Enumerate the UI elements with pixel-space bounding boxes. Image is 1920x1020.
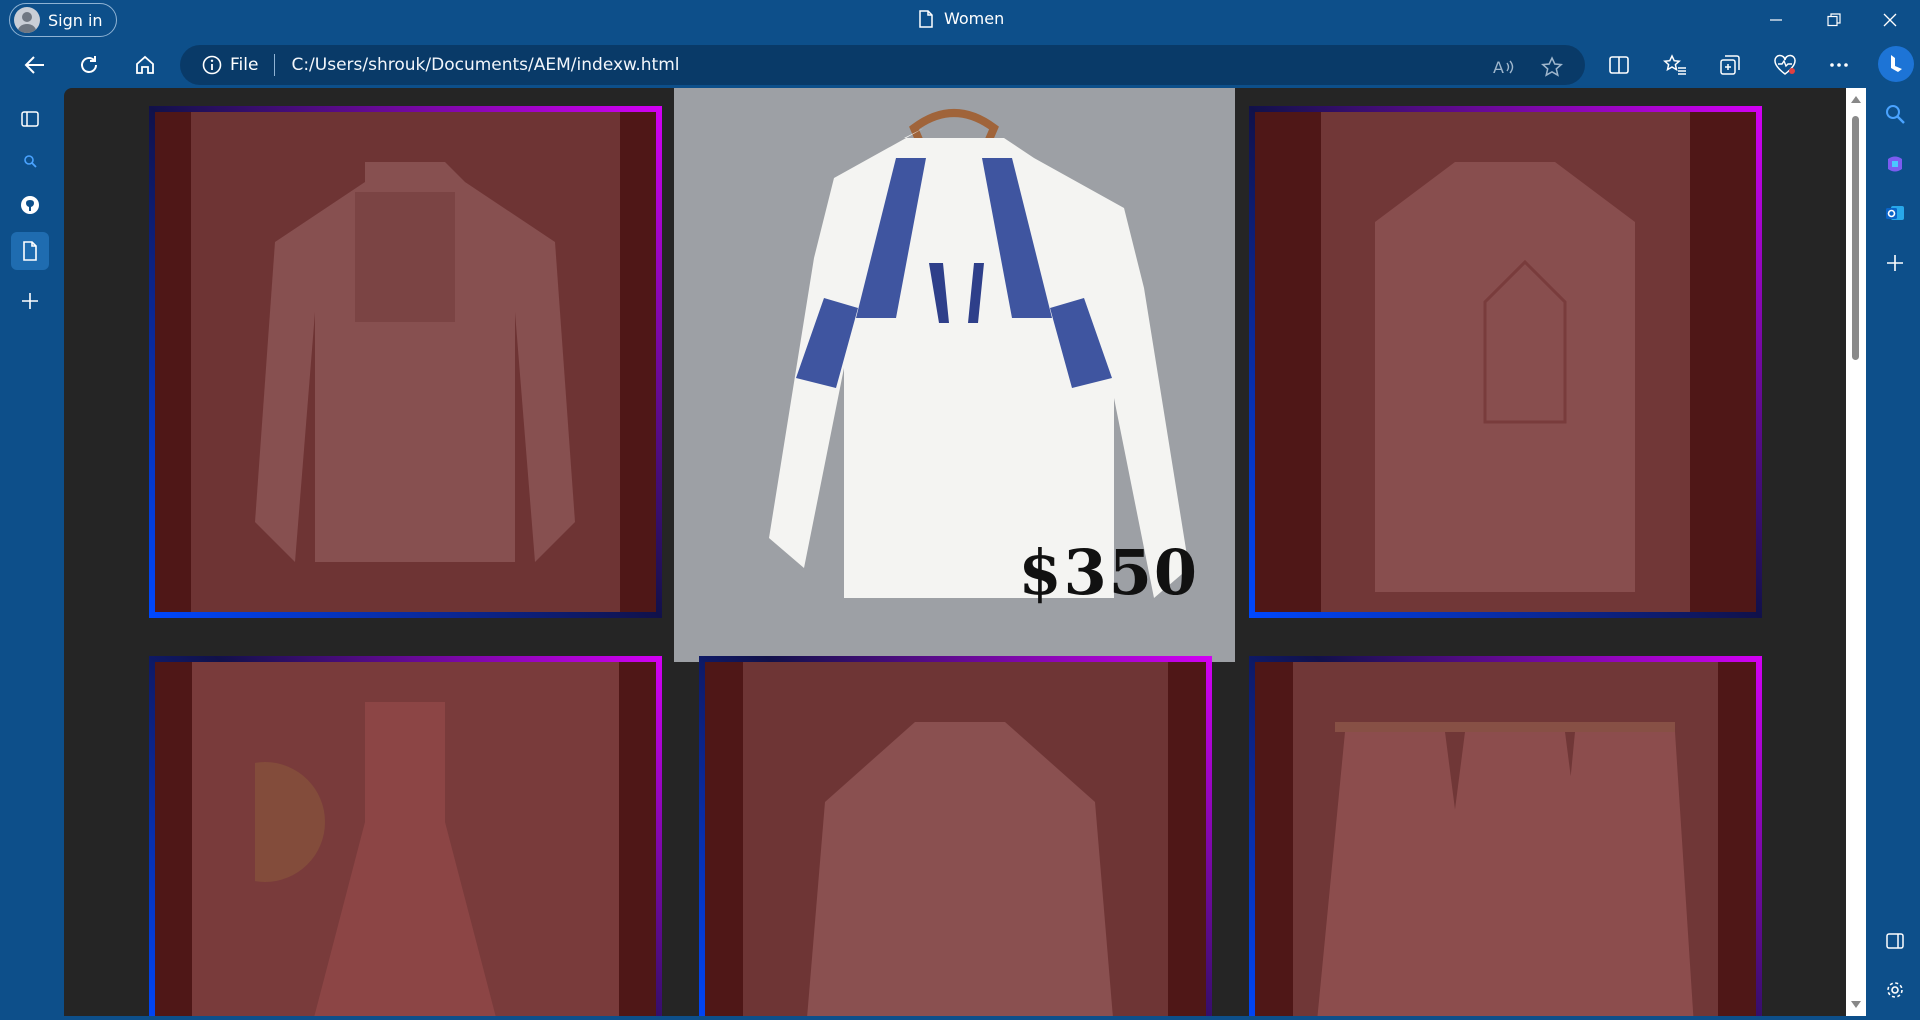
add-icon (22, 293, 38, 309)
search-button[interactable] (11, 142, 49, 180)
window-title-text: Women (944, 9, 1005, 28)
product-image (1255, 112, 1756, 612)
product-image (1255, 662, 1756, 1016)
product-card[interactable] (149, 656, 662, 1016)
hide-sidebar-button[interactable] (1878, 924, 1912, 958)
site-info-button[interactable]: File (202, 55, 258, 75)
product-card[interactable] (149, 106, 662, 618)
scheme-label: File (230, 55, 259, 75)
search-icon (1886, 105, 1905, 124)
card-overlay (155, 662, 656, 1016)
read-aloud-icon: A (1493, 58, 1514, 77)
split-screen-button[interactable] (1602, 48, 1636, 82)
divider (274, 54, 276, 76)
restore-icon (1827, 13, 1841, 27)
copilot-app-button[interactable] (1878, 147, 1912, 181)
tab-actions-button[interactable] (11, 100, 49, 138)
tab-actions-icon (21, 111, 39, 127)
page-icon (23, 241, 37, 261)
right-sidebar (1870, 42, 1920, 1020)
avatar (14, 7, 40, 33)
restore-button[interactable] (1806, 0, 1862, 40)
heart-pulse-icon (1774, 54, 1796, 75)
page-icon (919, 9, 933, 28)
refresh-button[interactable] (72, 48, 106, 82)
home-button[interactable] (128, 48, 162, 82)
add-sidebar-app-button[interactable] (1878, 246, 1912, 280)
scroll-up-arrow[interactable] (1851, 96, 1861, 103)
product-image (155, 112, 656, 612)
collections-button[interactable] (1713, 48, 1747, 82)
product-price: $350 (1018, 536, 1199, 609)
add-icon (1887, 255, 1903, 271)
search-icon (24, 155, 37, 168)
card-overlay (1255, 112, 1756, 612)
sign-in-label: Sign in (48, 10, 103, 30)
page-viewport: $350 (64, 88, 1846, 1016)
sign-in-button[interactable]: Sign in (9, 3, 117, 37)
read-aloud-button[interactable]: A (1490, 53, 1518, 81)
svg-text:A: A (1493, 58, 1504, 77)
address-bar[interactable]: File C:/Users/shrouk/Documents/AEM/index… (180, 45, 1585, 85)
product-image (155, 662, 656, 1016)
collections-icon (1720, 55, 1740, 75)
sidebar-search-button[interactable] (1878, 97, 1912, 131)
featured-product-card[interactable]: $350 (674, 88, 1235, 662)
home-icon (136, 55, 154, 74)
new-tab-button[interactable] (11, 282, 49, 320)
info-icon (202, 55, 222, 75)
favorite-button[interactable] (1538, 53, 1566, 81)
split-screen-icon (1609, 56, 1629, 74)
window-title: Women (918, 9, 1004, 28)
sidebar-settings-button[interactable] (1878, 973, 1912, 1007)
toolbar: File C:/Users/shrouk/Documents/AEM/index… (0, 42, 1920, 88)
copilot-app-icon (1888, 156, 1902, 172)
favorites-icon (1663, 54, 1686, 75)
refresh-icon (81, 56, 97, 73)
github-icon (21, 196, 39, 214)
product-card[interactable] (699, 656, 1212, 1016)
outlook-icon (1886, 206, 1904, 220)
close-button[interactable] (1862, 0, 1918, 40)
minimize-button[interactable] (1748, 0, 1804, 40)
product-image (705, 662, 1206, 1016)
browser-essentials-button[interactable] (1768, 48, 1802, 82)
minimize-icon (1770, 19, 1782, 21)
current-page-tab[interactable] (11, 232, 49, 270)
outlook-button[interactable] (1878, 196, 1912, 230)
card-overlay (1255, 662, 1756, 1016)
back-arrow-icon (24, 56, 44, 74)
scrollbar-thumb[interactable] (1852, 116, 1859, 360)
settings-icon (1887, 982, 1903, 998)
star-icon (1541, 56, 1563, 77)
more-button[interactable] (1822, 48, 1856, 82)
copilot-icon (1891, 55, 1902, 72)
card-overlay (155, 112, 656, 612)
favorites-button[interactable] (1658, 48, 1692, 82)
scroll-down-arrow[interactable] (1851, 1001, 1861, 1008)
github-tab[interactable] (11, 186, 49, 224)
back-button[interactable] (18, 48, 52, 82)
vertical-scrollbar[interactable] (1846, 88, 1866, 1016)
left-sidebar (0, 88, 62, 1020)
title-bar: Sign in Women (0, 0, 1920, 42)
url-text[interactable]: C:/Users/shrouk/Documents/AEM/indexw.htm… (291, 55, 679, 75)
copilot-button[interactable] (1878, 46, 1914, 82)
more-icon (1830, 63, 1848, 67)
product-card[interactable] (1249, 656, 1762, 1016)
card-overlay (705, 662, 1206, 1016)
close-icon (1883, 13, 1897, 27)
product-card[interactable] (1249, 106, 1762, 618)
sidebar-toggle-icon (1886, 933, 1904, 949)
